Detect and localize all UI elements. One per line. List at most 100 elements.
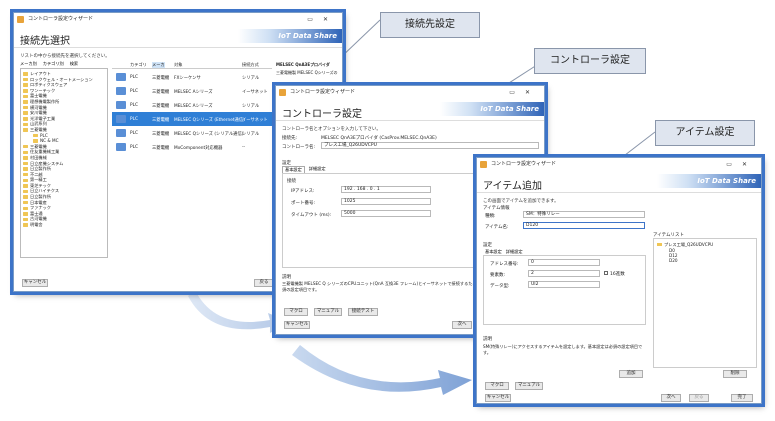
next-button[interactable]: 次へ bbox=[661, 394, 681, 402]
cell-target: FXシーケンサ bbox=[174, 76, 201, 81]
list-header: カテゴリ メーカ 対象 接続方式 bbox=[112, 62, 272, 69]
tab-search[interactable]: 検索 bbox=[70, 61, 78, 67]
folder-icon bbox=[23, 189, 28, 194]
connect-test-button[interactable]: 接続テスト bbox=[348, 308, 378, 316]
table-row[interactable]: PLC 三菱電機 MELSEC Qシリーズ (シリアル通信) シリアル bbox=[112, 126, 272, 140]
next-button[interactable]: 次へ bbox=[452, 321, 472, 329]
device-icon bbox=[116, 73, 126, 81]
folder-icon bbox=[23, 72, 28, 76]
tab-maker[interactable]: メーカ別 bbox=[20, 61, 37, 67]
col-category[interactable]: カテゴリ bbox=[130, 62, 147, 68]
macro-button[interactable]: マクロ bbox=[485, 382, 509, 390]
settings-label: 設定 bbox=[483, 243, 492, 248]
cell-cat: PLC bbox=[130, 117, 138, 122]
tree-item-label: ロックウェル・オートメーション bbox=[30, 76, 93, 82]
folder-icon bbox=[23, 105, 28, 110]
cell-target: MELSEC Qシリーズ (Ethernet通信) bbox=[174, 118, 245, 123]
tab-category[interactable]: カテゴリ別 bbox=[43, 61, 64, 67]
arrow-to-item bbox=[292, 345, 472, 395]
cell-method: シリアル bbox=[242, 76, 260, 81]
cell-target: MELSEC Aシリーズ bbox=[174, 90, 213, 95]
count-label: 要素数: bbox=[490, 273, 506, 278]
folder-icon bbox=[23, 89, 28, 93]
tab-basic[interactable]: 基本設定 bbox=[282, 166, 305, 173]
hex-label: 16進数 bbox=[610, 272, 625, 277]
device-icon bbox=[116, 129, 126, 137]
table-row[interactable]: PLC 三菱電機 MELSEC Aシリーズ シリアル bbox=[112, 98, 272, 112]
table-row[interactable]: PLC 三菱電機 FXシーケンサ シリアル bbox=[112, 70, 272, 84]
cell-target: MELSEC Aシリーズ bbox=[174, 104, 213, 109]
cell-maker: 三菱電機 bbox=[152, 132, 170, 137]
col-method[interactable]: 接続方式 bbox=[242, 62, 259, 68]
cell-method: イーサネット bbox=[242, 90, 268, 95]
cell-method: -- bbox=[242, 145, 246, 150]
table-row[interactable]: PLC 三菱電機 MELSEC Qシリーズ (Ethernet通信) イーサネット bbox=[112, 112, 272, 126]
tree-item[interactable]: 明電舎 bbox=[23, 222, 105, 228]
tree-item-label: 明電舎 bbox=[30, 222, 43, 228]
manual-button[interactable]: マニュアル bbox=[515, 382, 543, 390]
cancel-button[interactable]: キャンセル bbox=[22, 279, 48, 287]
connection-label: 接続先: bbox=[282, 136, 298, 141]
page-title: コントローラ設定 bbox=[282, 109, 362, 120]
header: コントローラ設定 IoT Data Share bbox=[276, 99, 544, 121]
window-item-add: コントローラ設定ウィザード ▭✕ アイテム追加 IoT Data Share こ… bbox=[476, 157, 762, 404]
tree-item-label: ファナック bbox=[30, 205, 51, 211]
cell-maker: 三菱電機 bbox=[152, 118, 170, 123]
datatype-select[interactable]: UI2 bbox=[528, 281, 600, 288]
callout-line-1 bbox=[337, 19, 381, 61]
col-target[interactable]: 対象 bbox=[174, 62, 182, 68]
cancel-button[interactable]: キャンセル bbox=[284, 321, 310, 329]
tab-detail[interactable]: 詳細設定 bbox=[309, 166, 326, 173]
folder-icon bbox=[23, 122, 28, 127]
cell-maker: 三菱電機 bbox=[152, 90, 170, 95]
folder-icon bbox=[23, 161, 28, 166]
address-input[interactable]: 0 bbox=[528, 259, 600, 266]
tree-root-label: プレス工場_Q26UDVCPU bbox=[664, 242, 714, 247]
tree-item-label: 三菱電機 bbox=[30, 143, 47, 149]
count-input[interactable]: 2 bbox=[528, 270, 600, 277]
manual-button[interactable]: マニュアル bbox=[314, 308, 342, 316]
cell-maker: 三菱電機 bbox=[152, 76, 170, 81]
ip-label: IPアドレス: bbox=[291, 189, 315, 194]
timeout-input[interactable]: 5000 bbox=[341, 210, 431, 217]
ip-address-input[interactable]: 192 . 168 . 0 . 1 bbox=[341, 186, 431, 193]
delete-button[interactable]: 削除 bbox=[723, 370, 747, 378]
cell-cat: PLC bbox=[130, 89, 138, 94]
table-row[interactable]: PLC 三菱電機 MELSEC Aシリーズ イーサネット bbox=[112, 84, 272, 98]
connection-value: MELSEC QnA3Eプロバイダ (CasProv.MELSEC.QnA3E) bbox=[321, 136, 437, 141]
table-row[interactable]: PLC 三菱電機 MxComponent対応機器 -- bbox=[112, 140, 272, 154]
macro-button[interactable]: マクロ bbox=[284, 308, 308, 316]
type-select[interactable]: SM：特殊リレー bbox=[523, 211, 645, 218]
back-button[interactable]: 戻る bbox=[689, 394, 709, 402]
port-input[interactable]: 1025 bbox=[341, 198, 431, 205]
window-controls[interactable]: ▭✕ bbox=[509, 86, 540, 99]
col-maker[interactable]: メーカ bbox=[152, 62, 165, 68]
back-button[interactable]: 戻る bbox=[254, 279, 274, 287]
hex-checkbox[interactable] bbox=[604, 271, 608, 275]
tree-item-label: PLC bbox=[40, 132, 48, 138]
item-name-input[interactable]: D120 bbox=[523, 222, 645, 229]
folder-icon bbox=[23, 167, 28, 171]
titlebar: コントローラ設定ウィザード ▭✕ bbox=[477, 158, 761, 171]
tree-item[interactable]: D20 bbox=[657, 258, 753, 263]
cancel-button[interactable]: キャンセル bbox=[485, 394, 511, 402]
add-button[interactable]: 追加 bbox=[619, 370, 643, 378]
finish-button[interactable]: 完了 bbox=[731, 394, 753, 402]
folder-icon bbox=[23, 144, 28, 149]
property-title: MELSEC QnA3Eプロバイダ bbox=[276, 62, 330, 67]
window-controls[interactable]: ▭✕ bbox=[307, 13, 338, 26]
tree-item-label: 山武系列 bbox=[30, 121, 47, 127]
header: アイテム追加 IoT Data Share bbox=[477, 171, 761, 193]
tree-item-label: 横河電機 bbox=[30, 104, 47, 110]
tree-item-label: 日本電産 bbox=[30, 199, 47, 205]
controller-name-input[interactable]: プレス工場_Q26UDVCPU bbox=[321, 142, 539, 149]
folder-icon bbox=[23, 184, 28, 188]
folder-icon bbox=[33, 133, 38, 138]
description: コントローラ名とオプションを入力して下さい。 bbox=[282, 127, 381, 132]
window-controls[interactable]: ▭✕ bbox=[726, 158, 757, 171]
folder-icon bbox=[23, 111, 28, 115]
folder-icon bbox=[23, 128, 28, 132]
property-text: 三菱電機製 MELSEC Qシリーズの bbox=[276, 70, 338, 75]
cell-method: シリアル bbox=[242, 104, 260, 109]
device-icon bbox=[116, 115, 126, 123]
